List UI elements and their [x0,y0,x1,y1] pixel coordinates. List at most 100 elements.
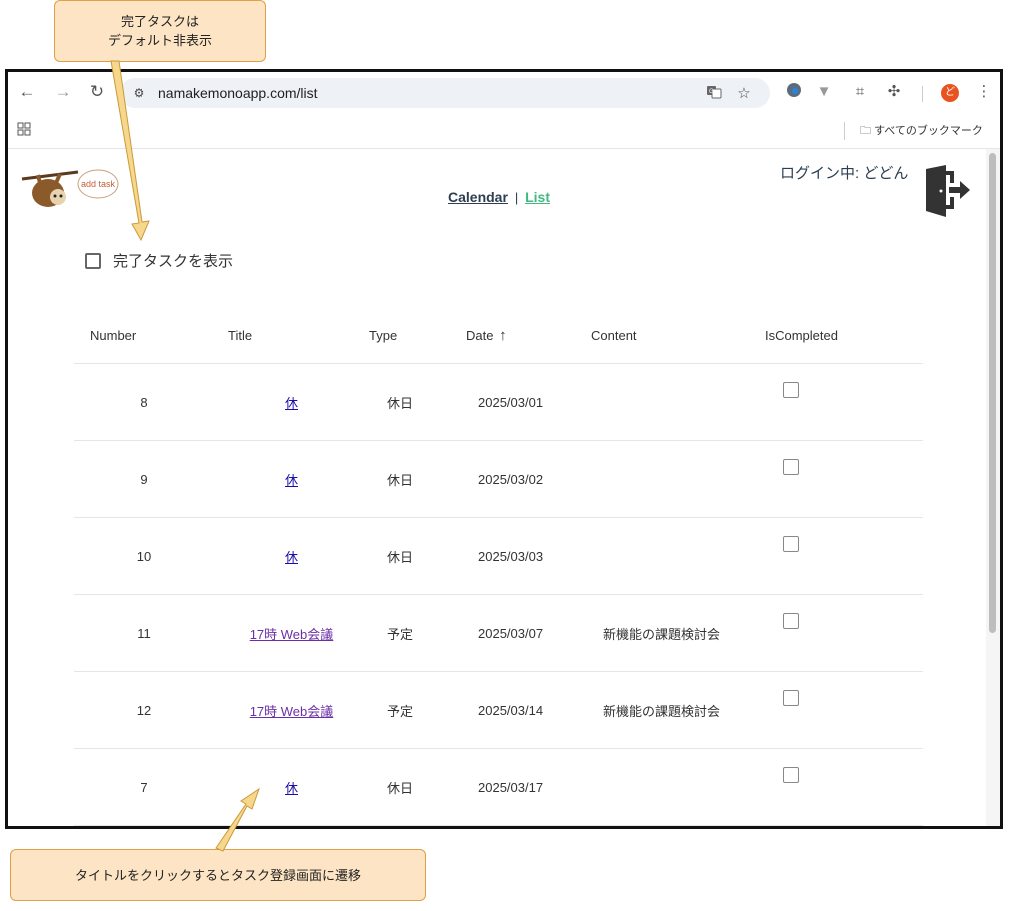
profile-avatar[interactable]: ど [941,84,959,102]
cell-content [591,363,765,441]
cell-type: 休日 [369,748,466,826]
cell-number: 7 [74,748,214,826]
cell-title: 休 [214,517,369,595]
reload-icon[interactable]: ↻ [86,81,108,103]
header-title[interactable]: Title [214,307,369,364]
cell-date: 2025/03/03 [466,517,591,595]
table-row: 12 17時 Web会議 予定 2025/03/14 新機能の課題検討会 [74,671,923,749]
task-title-link[interactable]: 17時 Web会議 [250,704,334,719]
table-row: 9 休 休日 2025/03/02 [74,440,923,518]
cell-date: 2025/03/17 [466,748,591,826]
cell-is-completed [765,594,923,672]
cell-date: 2025/03/14 [466,671,591,749]
bookmarks-bar: 🗀 すべてのブックマーク [8,114,1000,149]
cell-title: 17時 Web会議 [214,594,369,672]
header-date-label: Date [466,327,494,343]
cell-is-completed [765,363,923,441]
translate-icon[interactable]: G [704,84,724,104]
cell-number: 8 [74,363,214,441]
cell-content [591,517,765,595]
sloth-logo[interactable]: add task [20,167,120,217]
completed-checkbox[interactable] [783,458,799,475]
cell-number: 11 [74,594,214,672]
scrollbar-thumb[interactable] [989,153,996,633]
url-text: namakemonoapp.com/list [158,85,318,101]
callout-default-hidden: 完了タスクは デフォルト非表示 [54,0,266,62]
cell-is-completed [765,671,923,749]
task-title-link[interactable]: 休 [285,396,298,411]
table-header-row: Number Title Type Date ↑ Content IsCompl… [74,307,923,364]
login-status: ログイン中: どどん [780,165,909,182]
task-title-link[interactable]: 17時 Web会議 [250,627,334,642]
all-bookmarks-button[interactable]: 🗀 すべてのブックマーク [860,122,983,141]
logo-bubble-text: add task [81,179,116,189]
nav-list-link[interactable]: List [525,189,550,205]
svg-text:G: G [709,89,714,95]
site-settings-icon[interactable]: ⚙ [130,84,148,102]
cell-type: 予定 [369,594,466,672]
nav-calendar-link[interactable]: Calendar [448,189,508,205]
table-row: 11 17時 Web会議 予定 2025/03/07 新機能の課題検討会 [74,594,923,672]
cell-type: 休日 [369,517,466,595]
extensions-puzzle-icon[interactable]: ✣ [884,82,904,102]
back-icon[interactable]: ← [16,81,38,103]
cell-title: 17時 Web会議 [214,671,369,749]
callout-text-line2: デフォルト非表示 [107,33,212,48]
screenshot-icon[interactable]: ⌗ [850,82,870,102]
cell-number: 10 [74,517,214,595]
apps-grid-icon[interactable] [17,122,31,139]
page-scrollbar[interactable] [986,149,1000,826]
task-title-link[interactable]: 休 [285,550,298,565]
extension-icon[interactable] [784,82,804,102]
callout-text-line1: 完了タスクは [120,14,199,29]
cell-is-completed [765,440,923,518]
cell-is-completed [765,748,923,826]
completed-checkbox[interactable] [783,381,799,398]
cell-content: 新機能の課題検討会 [591,594,765,672]
logout-icon[interactable] [922,165,972,217]
header-number[interactable]: Number [74,307,214,364]
bookmark-star-icon[interactable]: ☆ [734,84,754,102]
completed-checkbox[interactable] [783,689,799,706]
table-row: 8 休 休日 2025/03/01 [74,363,923,441]
header-date[interactable]: Date ↑ [466,307,591,364]
callout-title-navigation: タイトルをクリックするとタスク登録画面に遷移 [10,849,426,901]
task-table: Number Title Type Date ↑ Content IsCompl… [74,307,923,826]
cell-number: 12 [74,671,214,749]
cell-type: 休日 [369,363,466,441]
main-nav: Calendar | List [448,189,550,205]
task-title-link[interactable]: 休 [285,781,298,796]
nav-separator: | [514,190,519,205]
header-content[interactable]: Content [591,307,765,364]
cell-is-completed [765,517,923,595]
cell-date: 2025/03/02 [466,440,591,518]
folder-icon: 🗀 [860,125,871,137]
cell-title: 休 [214,440,369,518]
table-row: 7 休 休日 2025/03/17 [74,748,923,826]
cell-content: 新機能の課題検討会 [591,671,765,749]
menu-kebab-icon[interactable]: ⋮ [974,82,994,102]
cell-title: 休 [214,748,369,826]
header-type[interactable]: Type [369,307,466,364]
task-title-link[interactable]: 休 [285,473,298,488]
callout-bottom-text: タイトルをクリックするとタスク登録画面に遷移 [74,867,361,883]
app-page: add task Calendar | List ログイン中: どどん 完了タス… [8,149,988,826]
cell-type: 予定 [369,671,466,749]
show-completed-checkbox[interactable] [85,252,101,269]
show-completed-toggle[interactable]: 完了タスクを表示 [85,250,233,271]
completed-checkbox[interactable] [783,535,799,552]
completed-checkbox[interactable] [783,612,799,629]
address-bar[interactable]: ⚙ namakemonoapp.com/list G ☆ [120,78,770,108]
show-completed-label: 完了タスクを表示 [113,253,234,270]
browser-window: ← → ↻ ⚙ namakemonoapp.com/list G ☆ ▼ ⌗ ✣… [5,69,1003,829]
bookmarks-divider [844,122,845,140]
completed-checkbox[interactable] [783,766,799,783]
forward-icon[interactable]: → [52,81,74,103]
vue-devtools-icon[interactable]: ▼ [814,82,834,102]
header-is-completed[interactable]: IsCompleted [765,307,923,364]
sort-ascending-icon: ↑ [499,326,507,344]
cell-type: 休日 [369,440,466,518]
toolbar-divider [922,86,923,102]
cell-title: 休 [214,363,369,441]
browser-toolbar: ← → ↻ ⚙ namakemonoapp.com/list G ☆ ▼ ⌗ ✣… [8,72,1000,114]
